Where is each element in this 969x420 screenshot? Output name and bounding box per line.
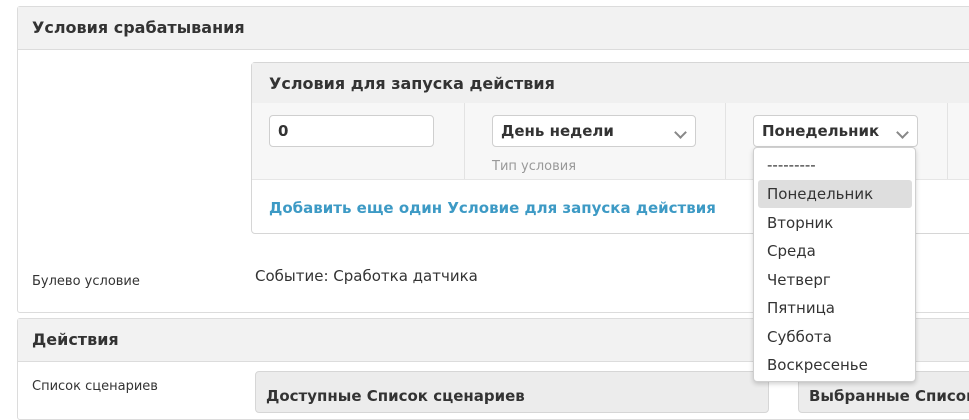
dropdown-option-tuesday[interactable]: Вторник xyxy=(758,209,912,237)
column-divider xyxy=(725,103,726,179)
bool-condition-label: Булево условие xyxy=(32,274,140,289)
day-of-week-dropdown[interactable]: --------- Понедельник Вторник Среда Четв… xyxy=(753,147,916,382)
condition-type-select[interactable]: День недели xyxy=(492,115,696,147)
bool-condition-value: Событие: Сработка датчика xyxy=(255,267,478,285)
launch-conditions-title: Условия для запуска действия xyxy=(269,74,555,93)
scenarios-list-label: Список сценариев xyxy=(32,379,158,394)
chosen-scenarios-title: Выбранные Список сценариев xyxy=(809,387,969,405)
trigger-conditions-header: Условия срабатывания xyxy=(18,7,969,50)
dropdown-option-wednesday[interactable]: Среда xyxy=(758,237,912,265)
day-of-week-selected: Понедельник xyxy=(762,122,880,140)
dropdown-option-sunday[interactable]: Воскресенье xyxy=(758,351,912,379)
available-scenarios-title: Доступные Список сценариев xyxy=(266,387,525,405)
dropdown-option-empty[interactable]: --------- xyxy=(758,151,912,179)
available-scenarios-panel: Доступные Список сценариев xyxy=(255,371,769,413)
dropdown-option-saturday[interactable]: Суббота xyxy=(758,323,912,351)
day-of-week-select[interactable]: Понедельник xyxy=(753,115,918,147)
dropdown-option-monday[interactable]: Понедельник xyxy=(758,180,912,208)
actions-title: Действия xyxy=(32,330,119,349)
chevron-down-icon xyxy=(896,126,909,139)
condition-type-selected: День недели xyxy=(501,122,614,140)
launch-conditions-header: Условия для запуска действия xyxy=(252,63,969,104)
chevron-down-icon xyxy=(674,126,687,139)
dropdown-option-friday[interactable]: Пятница xyxy=(758,294,912,322)
add-condition-link[interactable]: Добавить еще один Условие для запуска де… xyxy=(269,199,716,217)
column-divider xyxy=(464,103,465,179)
condition-value-input[interactable]: 0 xyxy=(269,115,434,147)
column-divider xyxy=(947,103,948,179)
trigger-conditions-title: Условия срабатывания xyxy=(32,18,245,37)
dropdown-option-thursday[interactable]: Четверг xyxy=(758,266,912,294)
condition-type-help: Тип условия xyxy=(492,159,577,174)
